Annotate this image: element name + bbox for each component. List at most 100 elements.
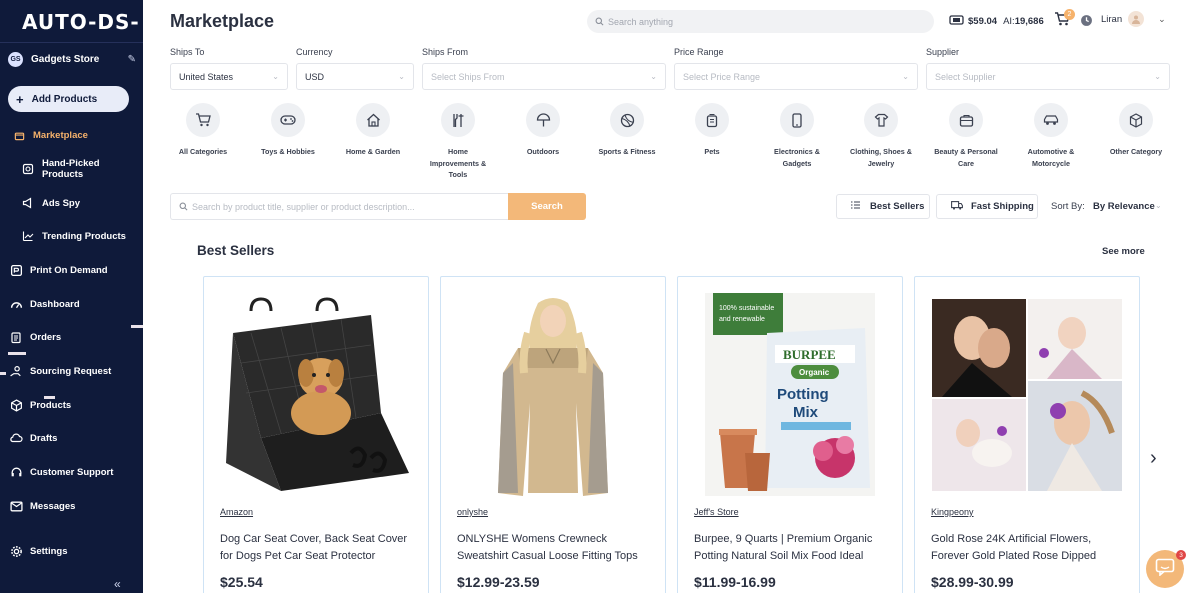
currency-select[interactable]: USD ⌄ (296, 63, 414, 90)
ai-label: AI: (1003, 16, 1015, 27)
add-products-button[interactable]: + Add Products (8, 86, 129, 112)
sidebar-divider (44, 396, 55, 399)
chevron-right-icon[interactable]: › (1150, 447, 1157, 470)
balance-display[interactable]: $59.04 AI:19,686 (949, 14, 1044, 29)
supplier-link[interactable]: Kingpeony (931, 507, 974, 517)
see-more-link[interactable]: See more (1102, 246, 1145, 257)
gear-icon (9, 544, 23, 558)
sort-select[interactable]: By Relevance (1093, 201, 1155, 212)
category-toys-hobbies[interactable]: Toys & Hobbies (253, 103, 323, 158)
sidebar-item-sourcing-request[interactable]: Sourcing Request (0, 361, 143, 381)
pencil-icon[interactable]: ✎ (128, 54, 136, 65)
autods-logo[interactable]: AUTO-DS- (22, 10, 140, 34)
global-search[interactable] (587, 10, 934, 33)
chevron-down-icon[interactable]: ⌄ (1155, 201, 1162, 210)
chevron-down-icon: ⌄ (398, 72, 405, 81)
product-card[interactable]: Amazon Dog Car Seat Cover, Back Seat Cov… (203, 276, 429, 593)
price-range-select[interactable]: Select Price Range ⌄ (674, 63, 918, 90)
ai-credits-value: 19,686 (1014, 16, 1044, 27)
category-label-line: Beauty & Personal (934, 147, 998, 156)
category-automotive[interactable]: Automotive & Motorcycle (1016, 103, 1086, 169)
sidebar-item-products[interactable]: Products (0, 395, 143, 415)
ai-credits: AI:19,686 (1003, 16, 1044, 27)
sidebar-item-trending-products[interactable]: Trending Products (0, 226, 143, 246)
sidebar-item-customer-support[interactable]: Customer Support (0, 462, 143, 482)
category-home-improvements[interactable]: Home Improvements & Tools (423, 103, 493, 181)
category-other[interactable]: Other Category (1101, 103, 1171, 158)
product-price: $25.54 (220, 574, 263, 590)
sidebar-item-label: Products (30, 399, 72, 411)
category-all[interactable]: All Categories (168, 103, 238, 158)
sidebar-item-hand-picked[interactable]: Hand-Picked Products (0, 158, 143, 180)
brand-text: BURPEE (783, 347, 836, 362)
category-sports-fitness[interactable]: Sports & Fitness (592, 103, 662, 158)
supplier-link[interactable]: onlyshe (457, 507, 488, 517)
sidebar-item-label: Dashboard (30, 298, 80, 310)
product-title[interactable]: ONLYSHE Womens Crewneck Sweatshirt Casua… (457, 531, 649, 565)
category-label-line: Electronics & (774, 147, 820, 156)
best-sellers-filter[interactable]: Best Sellers (836, 194, 930, 219)
supplier-link[interactable]: Jeff's Store (694, 507, 739, 517)
category-clothing[interactable]: Clothing, Shoes & Jewelry (846, 103, 916, 169)
sidebar-divider (0, 372, 6, 375)
product-image-sweatshirt[interactable] (458, 293, 648, 496)
product-title[interactable]: Dog Car Seat Cover, Back Seat Cover for … (220, 531, 412, 565)
category-label-line: Home (448, 147, 468, 156)
product-image-potting-mix[interactable]: 100% sustainable and renewable BURPEE Or… (695, 293, 885, 496)
sidebar-item-ads-spy[interactable]: Ads Spy (0, 193, 143, 213)
cart-count-badge: 2 (1064, 9, 1075, 20)
badge-text: Organic (799, 368, 830, 377)
category-pets[interactable]: Pets (677, 103, 747, 158)
trend-icon (21, 229, 35, 243)
sidebar-item-drafts[interactable]: Drafts (0, 428, 143, 448)
sidebar-item-dashboard[interactable]: Dashboard (0, 294, 143, 314)
price-range-placeholder: Select Price Range (683, 71, 761, 82)
truck-icon (951, 200, 963, 213)
house-icon (356, 103, 390, 137)
search-button[interactable]: Search (508, 193, 586, 220)
collapse-sidebar-icon[interactable]: « (114, 577, 121, 591)
sidebar-item-settings[interactable]: Settings (0, 541, 143, 561)
sidebar-item-messages[interactable]: Messages (0, 496, 143, 516)
category-home-garden[interactable]: Home & Garden (338, 103, 408, 158)
category-label: Outdoors (508, 146, 578, 158)
user-name: Liran (1101, 13, 1123, 25)
product-search[interactable] (170, 193, 509, 220)
store-selector[interactable]: GS Gadgets Store ✎ (8, 51, 136, 67)
section-title: Best Sellers (197, 243, 275, 258)
category-electronics[interactable]: Electronics & Gadgets (762, 103, 832, 169)
supplier-select[interactable]: Select Supplier ⌄ (926, 63, 1170, 90)
bag-icon (949, 103, 983, 137)
sidebar-item-label: Customer Support (30, 466, 114, 478)
cube-icon (1119, 103, 1153, 137)
ships-from-select[interactable]: Select Ships From ⌄ (422, 63, 666, 90)
box-icon (9, 398, 23, 412)
wallet-icon (949, 14, 964, 29)
product-title[interactable]: Burpee, 9 Quarts | Premium Organic Potti… (694, 531, 886, 565)
sidebar-item-orders[interactable]: Orders (0, 327, 143, 347)
ships-to-select[interactable]: United States ⌄ (170, 63, 288, 90)
sidebar-item-print-on-demand[interactable]: Print On Demand (0, 260, 143, 280)
chat-count-badge: 3 (1176, 550, 1186, 560)
search-input[interactable] (608, 16, 908, 27)
user-menu[interactable]: Liran ⌄ (1101, 11, 1166, 27)
product-card[interactable]: 100% sustainable and renewable BURPEE Or… (677, 276, 903, 593)
chat-icon (1155, 558, 1175, 581)
product-image-dog-seat-cover[interactable] (221, 293, 411, 496)
sidebar-item-marketplace[interactable]: Marketplace (0, 125, 143, 145)
store-icon (12, 128, 26, 142)
category-outdoors[interactable]: Outdoors (508, 103, 578, 158)
product-search-input[interactable] (192, 201, 492, 212)
fast-shipping-label: Fast Shipping (971, 201, 1034, 212)
currency-value: USD (305, 71, 325, 82)
category-label-line: Automotive & (1027, 147, 1075, 156)
product-card[interactable]: Kingpeony Gold Rose 24K Artificial Flowe… (914, 276, 1140, 593)
announcement-icon[interactable] (1080, 14, 1093, 32)
product-title[interactable]: Gold Rose 24K Artificial Flowers, Foreve… (931, 531, 1123, 565)
product-card[interactable]: onlyshe ONLYSHE Womens Crewneck Sweatshi… (440, 276, 666, 593)
fast-shipping-filter[interactable]: Fast Shipping (936, 194, 1038, 219)
product-image-gold-rose[interactable] (932, 293, 1122, 496)
sidebar: AUTO-DS- GS Gadgets Store ✎ + Add Produc… (0, 0, 143, 593)
supplier-link[interactable]: Amazon (220, 507, 253, 517)
category-beauty[interactable]: Beauty & Personal Care (931, 103, 1001, 169)
